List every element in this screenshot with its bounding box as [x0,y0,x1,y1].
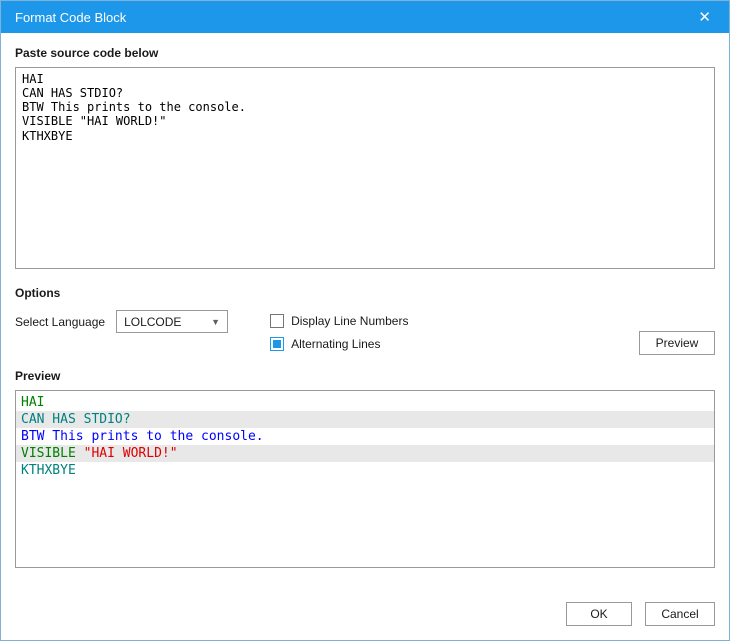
preview-line: VISIBLE "HAI WORLD!" [16,445,714,462]
ok-button[interactable]: OK [566,602,632,626]
alternating-lines-checkbox[interactable] [270,337,285,351]
dialog-footer: OK Cancel [15,602,715,626]
checkbox-group: Display Line Numbers Alternating Lines [270,310,408,351]
format-code-block-dialog: Format Code Block ✕ Paste source code be… [0,0,730,641]
select-language-label: Select Language [15,315,106,329]
preview-code-segment: VISIBLE [21,446,84,461]
close-icon[interactable]: ✕ [694,8,715,27]
options-row: Select Language LOLCODE ▼ Display Line N… [15,310,715,355]
language-dropdown-value: LOLCODE [124,314,182,329]
cancel-button[interactable]: Cancel [645,602,715,626]
alternating-lines-option[interactable]: Alternating Lines [270,337,408,351]
display-line-numbers-option[interactable]: Display Line Numbers [270,314,408,328]
preview-code-segment: KTHXBYE [21,463,76,478]
display-line-numbers-label: Display Line Numbers [291,314,409,328]
preview-box: HAI CAN HAS STDIO? BTW This prints to the … [15,390,715,568]
options-label: Options [15,286,61,300]
display-line-numbers-checkbox[interactable] [270,314,285,328]
preview-label: Preview [15,369,61,383]
preview-code-segment: CAN HAS STDIO? [21,412,131,427]
preview-code-segment: "HAI WORLD!" [83,446,178,461]
source-code-label: Paste source code below [15,46,159,60]
preview-button[interactable]: Preview [639,331,715,355]
source-code-input[interactable]: HAI CAN HAS STDIO? BTW This prints to th… [15,67,715,269]
preview-code-segment: BTW This prints to the console. [21,429,264,444]
dialog-body: Paste source code below HAI CAN HAS STDI… [1,33,729,640]
chevron-down-icon: ▼ [211,316,221,327]
preview-line: HAI [16,394,714,411]
preview-line: CAN HAS STDIO? [16,411,714,428]
language-dropdown[interactable]: LOLCODE ▼ [116,310,229,333]
alternating-lines-label: Alternating Lines [291,337,381,351]
dialog-titlebar: Format Code Block ✕ [1,1,729,33]
dialog-title: Format Code Block [15,9,127,25]
preview-line: BTW This prints to the console. [16,428,714,445]
preview-line: KTHXBYE [16,462,714,479]
preview-code-segment: HAI [21,395,45,410]
